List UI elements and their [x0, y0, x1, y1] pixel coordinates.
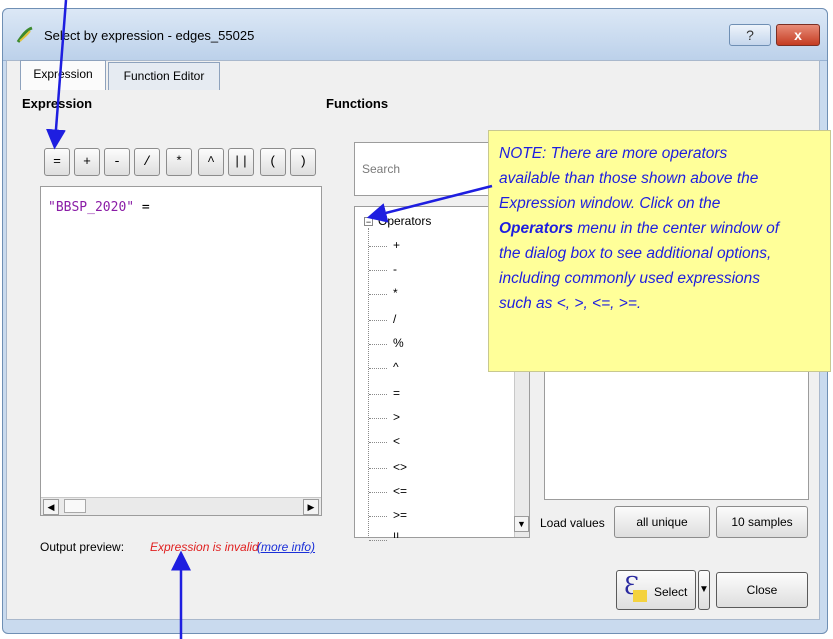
tree-connector: [369, 492, 387, 493]
note-line-7: such as <, >, <=, >=.: [499, 295, 642, 312]
operator-open-paren-button[interactable]: (: [260, 148, 286, 176]
all-unique-button[interactable]: all unique: [614, 506, 710, 538]
operator-multiply-button[interactable]: *: [166, 148, 192, 176]
scroll-thumb[interactable]: [64, 499, 86, 513]
field-values-list[interactable]: [544, 356, 809, 500]
tree-connector: [369, 394, 387, 395]
expression-editor[interactable]: [40, 186, 322, 516]
expression-field-name: "BBSP_2020": [48, 200, 135, 215]
close-button[interactable]: Close: [716, 572, 808, 608]
note-line-1: NOTE: There are more operators: [499, 145, 728, 162]
note-operators-bold: Operators: [499, 220, 574, 237]
tree-item-greater[interactable]: >: [393, 410, 400, 424]
operator-divide-button[interactable]: /: [134, 148, 160, 176]
ten-samples-button[interactable]: 10 samples: [716, 506, 808, 538]
operator-plus-button[interactable]: +: [74, 148, 100, 176]
tree-connector: [369, 442, 387, 443]
functions-heading: Functions: [326, 96, 389, 111]
operator-power-button[interactable]: ^: [198, 148, 224, 176]
tree-item-concat[interactable]: ||: [393, 530, 399, 538]
tree-item-power[interactable]: ^: [393, 360, 399, 374]
more-info-link[interactable]: (more info): [257, 540, 315, 554]
tree-connector: [369, 368, 387, 369]
collapse-minus-icon[interactable]: −: [364, 217, 373, 227]
operator-concat-button[interactable]: ||: [228, 148, 254, 176]
window-title: Select by expression - edges_55025: [44, 28, 255, 43]
expression-heading: Expression: [22, 96, 93, 111]
tree-connector: [369, 320, 387, 321]
note-line-3: Expression window. Click on the: [499, 195, 721, 212]
tree-connector: [369, 418, 387, 419]
expression-operator: =: [141, 200, 150, 215]
tree-item-not-equal[interactable]: <>: [393, 460, 407, 474]
scroll-down-arrow-icon[interactable]: ▼: [514, 516, 529, 532]
note-line-2: available than those shown above the: [499, 170, 759, 187]
tree-item-greater-equal[interactable]: >=: [393, 508, 407, 522]
tree-connector: [369, 540, 387, 541]
tree-item-multiply[interactable]: *: [393, 286, 398, 300]
note-line-6: including commonly used expressions: [499, 270, 761, 287]
scroll-left-arrow-icon[interactable]: ◀: [43, 499, 59, 515]
tree-node-operators[interactable]: Operators: [378, 214, 431, 228]
output-preview-label: Output preview:: [40, 540, 125, 554]
note-line-4: Operators menu in the center window of: [499, 216, 822, 241]
window-close-button[interactable]: x: [776, 24, 820, 46]
operator-minus-button[interactable]: -: [104, 148, 130, 176]
note-line-4-rest: menu in the center window of: [573, 220, 780, 237]
tree-connector: [369, 246, 387, 247]
tree-connector: [369, 344, 387, 345]
qgis-epsilon-icon: [16, 26, 33, 43]
tree-item-modulo[interactable]: %: [393, 336, 404, 350]
scroll-right-arrow-icon[interactable]: ▶: [303, 499, 319, 515]
select-dropdown-arrow-icon[interactable]: ▼: [698, 570, 710, 610]
tree-connector: [369, 294, 387, 295]
tree-connector: [369, 270, 387, 271]
tree-connector: [369, 516, 387, 517]
tab-function-editor[interactable]: Function Editor: [108, 62, 220, 90]
tab-expression[interactable]: Expression: [20, 60, 106, 90]
load-values-label: Load values: [540, 516, 605, 530]
tree-item-plus[interactable]: +: [393, 238, 400, 252]
output-preview-error: Expression is invalid: [150, 540, 259, 554]
select-button-label: Select: [654, 585, 688, 599]
tree-item-minus[interactable]: -: [393, 262, 397, 276]
help-button[interactable]: ?: [729, 24, 771, 46]
operator-close-paren-button[interactable]: ): [290, 148, 316, 176]
tree-item-equals[interactable]: =: [393, 386, 400, 400]
tree-item-less-equal[interactable]: <=: [393, 484, 407, 498]
note-line-5: the dialog box to see additional options…: [499, 245, 772, 262]
tree-connector: [369, 468, 387, 469]
operator-equals-button[interactable]: =: [44, 148, 70, 176]
selection-box-icon: [633, 590, 647, 602]
search-placeholder: Search: [362, 162, 401, 176]
annotation-note: NOTE: There are more operators available…: [488, 130, 831, 372]
tree-item-divide[interactable]: /: [393, 312, 396, 326]
tree-item-less[interactable]: <: [393, 434, 400, 448]
expression-text[interactable]: "BBSP_2020" =: [48, 200, 150, 215]
